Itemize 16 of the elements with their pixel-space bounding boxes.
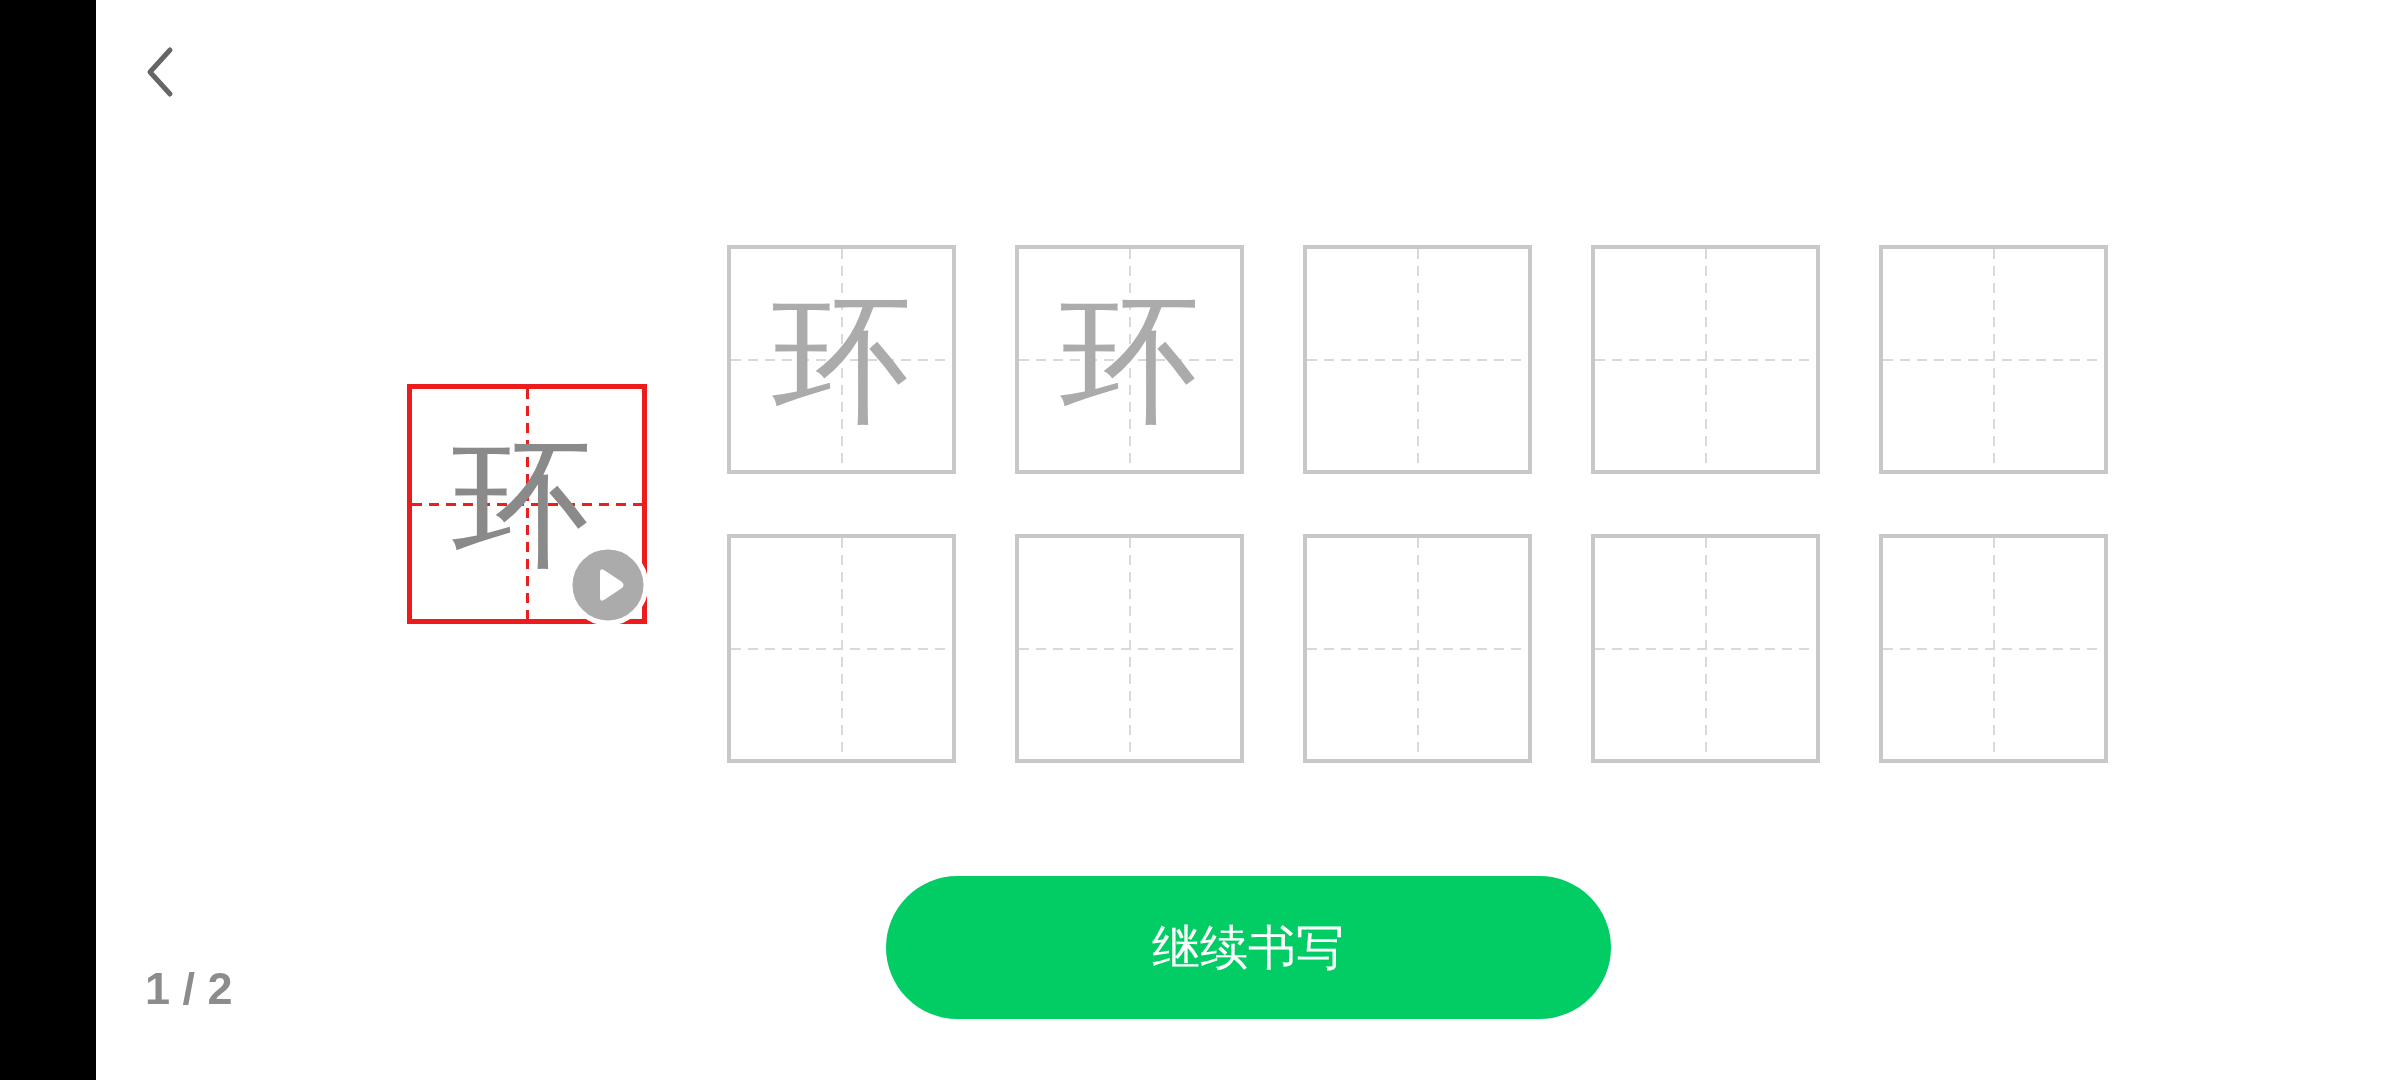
continue-writing-button[interactable]: 继续书写 (885, 876, 1611, 1019)
writing-box[interactable]: 环 (727, 245, 956, 474)
writing-box[interactable] (1015, 534, 1244, 763)
writing-box[interactable] (1303, 245, 1532, 474)
chevron-left-icon (146, 46, 174, 98)
writing-box[interactable] (1591, 245, 1820, 474)
page-indicator: 1 / 2 (145, 963, 233, 1015)
trace-character: 环 (771, 289, 912, 430)
writing-box[interactable] (1879, 534, 2108, 763)
writing-box[interactable] (1303, 534, 1532, 763)
writing-box[interactable] (1879, 245, 2108, 474)
back-button[interactable] (146, 46, 174, 98)
writing-box[interactable] (727, 534, 956, 763)
trace-character: 环 (1059, 289, 1200, 430)
writing-box[interactable]: 环 (1015, 245, 1244, 474)
writing-box[interactable] (1591, 534, 1820, 763)
